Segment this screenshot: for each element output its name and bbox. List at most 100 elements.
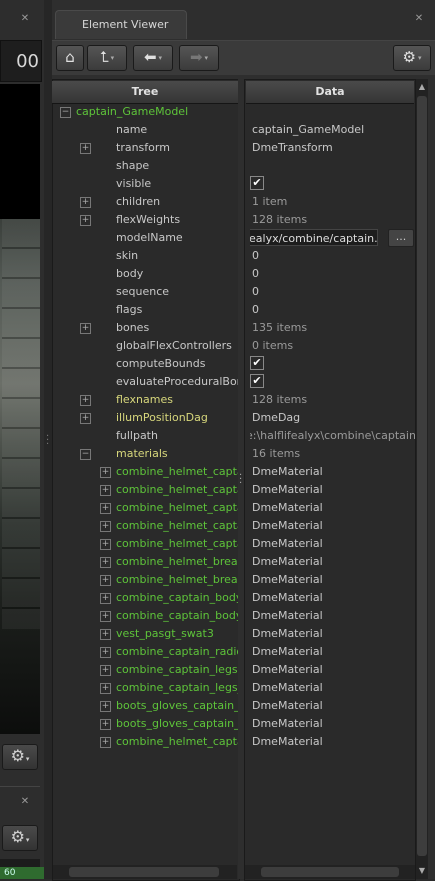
tree-row[interactable]: computeBounds	[52, 355, 238, 373]
data-row[interactable]: 0	[250, 301, 415, 319]
scrollbar-thumb[interactable]	[69, 867, 219, 877]
data-row[interactable]: e:\halflifealyx\combine\captain.mdl	[250, 427, 415, 445]
tree-row[interactable]: + combine_captain_radio	[52, 643, 238, 661]
tree-row[interactable]: visible	[52, 175, 238, 193]
close-icon[interactable]: ✕	[414, 14, 424, 24]
tree-row[interactable]: fullpath	[52, 427, 238, 445]
left-lower-gear-button[interactable]: ⚙▾	[2, 825, 38, 851]
tree-row[interactable]: + combine_captain_body	[52, 589, 238, 607]
data-row[interactable]: DmeMaterial	[250, 553, 415, 571]
tree-row[interactable]: + combine_helmet_captain_	[52, 517, 238, 535]
left-lower-close-icon[interactable]: ✕	[20, 797, 30, 807]
scrollbar-thumb[interactable]	[261, 867, 399, 877]
data-column-header[interactable]: Data	[246, 81, 414, 104]
tree-row[interactable]: + boots_gloves_captain_d	[52, 697, 238, 715]
tree-row[interactable]: + combine_helmet_captain_	[52, 535, 238, 553]
expand-icon[interactable]: +	[100, 629, 111, 640]
up-button[interactable]: ⮤ ▾	[87, 45, 127, 71]
tree-row[interactable]: + bones	[52, 319, 238, 337]
model-name-field[interactable]: ealyx/combine/captain.mdl	[250, 229, 378, 246]
expand-icon[interactable]: +	[100, 665, 111, 676]
data-row[interactable]: DmeMaterial	[250, 607, 415, 625]
tree-row[interactable]: shape	[52, 157, 238, 175]
data-row[interactable]: DmeMaterial	[250, 679, 415, 697]
panel-splitter[interactable]: · · ·	[44, 0, 52, 879]
data-row[interactable]: DmeMaterial	[250, 715, 415, 733]
scrollbar-thumb[interactable]	[417, 96, 427, 856]
data-row[interactable]: 128 items	[250, 211, 415, 229]
tree-row[interactable]: + boots_gloves_captain_s	[52, 715, 238, 733]
viewport[interactable]	[0, 84, 40, 734]
data-horizontal-scrollbar[interactable]	[245, 865, 415, 879]
tree-row[interactable]: + combine_helmet_captain_	[52, 463, 238, 481]
tree-row[interactable]: − materials	[52, 445, 238, 463]
settings-button[interactable]: ⚙ ▾	[393, 45, 431, 71]
expand-icon[interactable]: +	[100, 683, 111, 694]
checkbox[interactable]: ✔	[250, 356, 264, 370]
tree-row[interactable]: evaluateProceduralBones	[52, 373, 238, 391]
tree-row[interactable]: + combine_captain_body_s	[52, 607, 238, 625]
home-button[interactable]: ⌂	[56, 45, 84, 71]
tree-row[interactable]: + vest_pasgt_swat3	[52, 625, 238, 643]
left-gear-button[interactable]: ⚙▾	[2, 744, 38, 770]
tree-row[interactable]: + combine_helmet_captain_	[52, 499, 238, 517]
tree-row[interactable]: + combine_helmet_breakab	[52, 571, 238, 589]
scroll-down-icon[interactable]: ▼	[416, 864, 428, 878]
tree-row[interactable]: sequence	[52, 283, 238, 301]
data-row[interactable]: DmeMaterial	[250, 481, 415, 499]
tree-horizontal-scrollbar[interactable]	[53, 865, 237, 879]
data-row[interactable]: DmeMaterial	[250, 535, 415, 553]
expand-icon[interactable]: +	[100, 485, 111, 496]
expand-icon[interactable]: +	[100, 521, 111, 532]
expand-icon[interactable]: +	[80, 143, 91, 154]
expand-icon[interactable]: +	[100, 593, 111, 604]
column-splitter[interactable]: · · ·	[238, 79, 244, 879]
expand-icon[interactable]: +	[80, 215, 91, 226]
tree-column-header[interactable]: Tree	[52, 81, 238, 104]
tree-row[interactable]: body	[52, 265, 238, 283]
collapse-icon[interactable]: −	[60, 107, 71, 118]
data-row[interactable]: DmeMaterial	[250, 571, 415, 589]
tree-row[interactable]: + combine_captain_legs	[52, 661, 238, 679]
data-row[interactable]: DmeMaterial	[250, 517, 415, 535]
data-row[interactable]: DmeMaterial	[250, 625, 415, 643]
data-row[interactable]: 0 items	[250, 337, 415, 355]
tree-row[interactable]: + flexWeights	[52, 211, 238, 229]
left-close-icon[interactable]: ✕	[20, 14, 30, 24]
back-button[interactable]: ⬅ ▾	[133, 45, 173, 71]
left-timeline[interactable]: 60	[0, 859, 44, 879]
checkbox[interactable]: ✔	[250, 374, 264, 388]
scroll-up-icon[interactable]: ▲	[416, 80, 428, 94]
expand-icon[interactable]: +	[100, 719, 111, 730]
data-row[interactable]: ✔	[250, 355, 415, 373]
tree-row[interactable]: modelName	[52, 229, 238, 247]
expand-icon[interactable]: +	[100, 467, 111, 478]
expand-icon[interactable]: +	[80, 395, 91, 406]
expand-icon[interactable]: +	[100, 557, 111, 568]
tree-row[interactable]: + transform	[52, 139, 238, 157]
data-row[interactable]: DmeMaterial	[250, 643, 415, 661]
expand-icon[interactable]: +	[100, 503, 111, 514]
data-row[interactable]: captain_GameModel	[250, 121, 415, 139]
tree-row[interactable]: + combine_helmet_breakab	[52, 553, 238, 571]
data-row[interactable]: 1 item	[250, 193, 415, 211]
tree-row[interactable]: + combine_captain_legs_s	[52, 679, 238, 697]
data-row[interactable]: 0	[250, 247, 415, 265]
data-row[interactable]: DmeMaterial	[250, 661, 415, 679]
data-row[interactable]: DmeTransform	[250, 139, 415, 157]
tree-row[interactable]: name	[52, 121, 238, 139]
tree-row[interactable]: + combine_helmet_captain_	[52, 481, 238, 499]
tree-row[interactable]: globalFlexControllers	[52, 337, 238, 355]
expand-icon[interactable]: +	[100, 539, 111, 550]
expand-icon[interactable]: +	[100, 611, 111, 622]
data-row[interactable]: ✔	[250, 175, 415, 193]
forward-button[interactable]: ➡ ▾	[179, 45, 219, 71]
tab-element-viewer[interactable]: Element Viewer	[55, 10, 187, 39]
data-row[interactable]: DmeMaterial	[250, 697, 415, 715]
tree-row[interactable]: + combine_helmet_captain_	[52, 733, 238, 751]
checkbox[interactable]: ✔	[250, 176, 264, 190]
data-row[interactable]: DmeMaterial	[250, 589, 415, 607]
data-row[interactable]: 135 items	[250, 319, 415, 337]
data-row[interactable]: ✔	[250, 373, 415, 391]
data-row[interactable]: 128 items	[250, 391, 415, 409]
